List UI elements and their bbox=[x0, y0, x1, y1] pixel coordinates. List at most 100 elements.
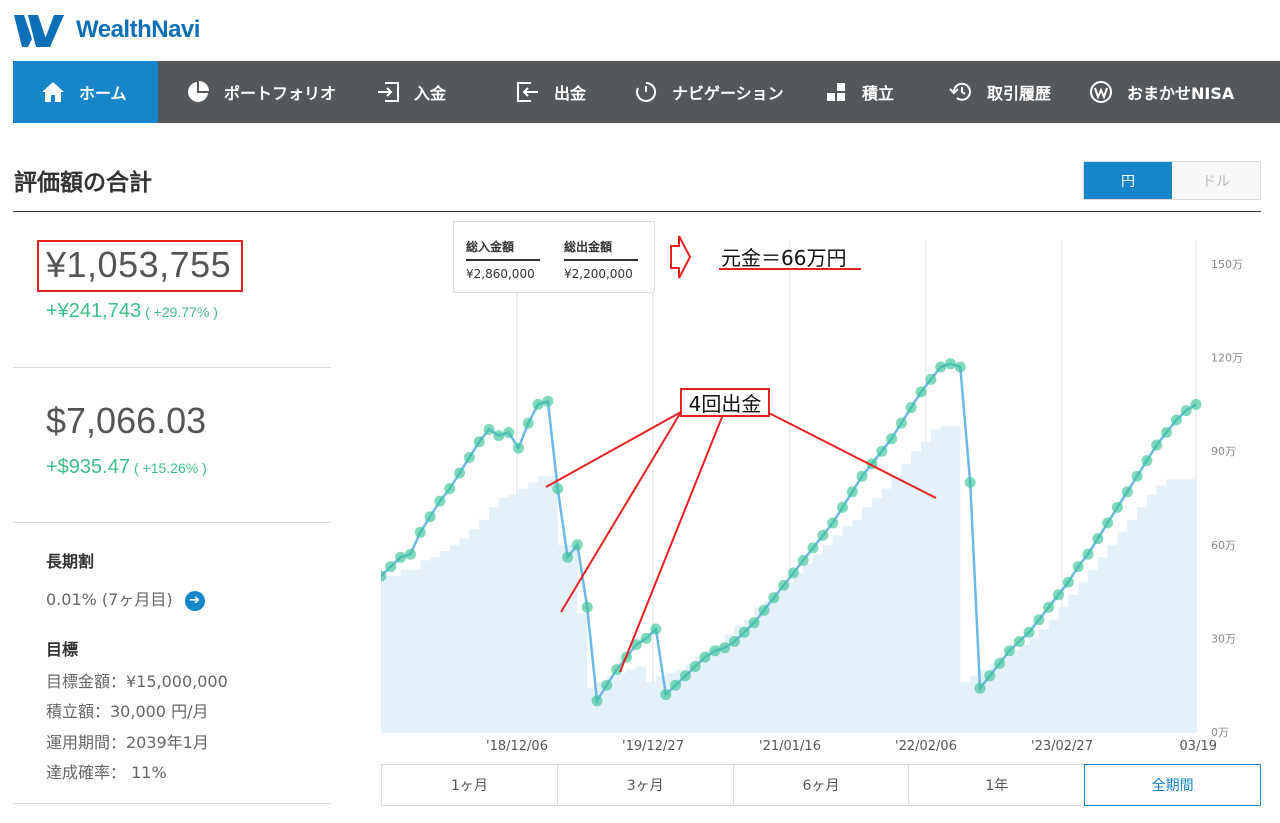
data-point bbox=[817, 529, 829, 541]
nav-item-1[interactable]: ポートフォリオ bbox=[158, 61, 348, 123]
data-point bbox=[1043, 601, 1055, 613]
nav-item-5[interactable]: 積立 bbox=[796, 61, 921, 123]
annotation-leader-line bbox=[619, 411, 725, 673]
data-point bbox=[1170, 414, 1182, 426]
long-term-rate: 0.01% (7ヶ月目) bbox=[46, 590, 173, 609]
data-point bbox=[581, 601, 593, 613]
y-tick-label: 60万 bbox=[1211, 539, 1236, 552]
x-tick-label: '18/12/06 bbox=[486, 739, 548, 754]
data-point bbox=[984, 670, 996, 682]
data-point bbox=[787, 567, 799, 579]
data-point bbox=[797, 554, 809, 566]
data-point bbox=[886, 433, 898, 445]
data-point bbox=[905, 402, 917, 413]
data-point bbox=[1013, 636, 1025, 647]
data-point bbox=[748, 617, 760, 629]
x-tick-label: 03/19 bbox=[1180, 739, 1217, 754]
currency-usd-button[interactable]: ドル bbox=[1172, 162, 1260, 199]
home-icon bbox=[41, 80, 65, 104]
navigation-icon bbox=[634, 80, 658, 104]
principal-underline bbox=[719, 268, 861, 270]
data-point bbox=[994, 657, 1006, 669]
legend-withdraw-label: 総出金額 bbox=[564, 238, 638, 261]
usd-total-value: $7,066.03 bbox=[46, 400, 207, 441]
annotation-leader-line bbox=[545, 411, 682, 488]
jpy-total-value: ¥1,053,755 bbox=[46, 244, 232, 285]
data-point bbox=[758, 604, 770, 616]
nav-item-2[interactable]: 入金 bbox=[348, 61, 488, 123]
data-point bbox=[1033, 614, 1045, 626]
data-point bbox=[660, 689, 672, 701]
nav-item-0[interactable]: ホーム bbox=[13, 61, 158, 123]
data-point bbox=[601, 679, 613, 691]
panel-divider bbox=[13, 803, 331, 804]
data-point bbox=[405, 548, 416, 560]
legend-withdraw-value: ¥2,200,000 bbox=[564, 267, 633, 281]
data-point bbox=[1023, 626, 1035, 638]
period-tab-0[interactable]: 1ヶ月 bbox=[381, 764, 557, 806]
data-point bbox=[1102, 517, 1114, 529]
panel-divider bbox=[13, 522, 331, 523]
data-point bbox=[807, 542, 819, 554]
jpy-gain-percent: ( +29.77% ) bbox=[145, 304, 218, 320]
legend-deposit-label: 総入金額 bbox=[466, 238, 540, 261]
y-tick-label: 120万 bbox=[1211, 352, 1243, 365]
annotation-leader-line bbox=[766, 411, 937, 499]
data-point bbox=[935, 361, 947, 373]
data-point bbox=[532, 398, 544, 410]
x-tick-label: '21/01/16 bbox=[759, 739, 821, 754]
data-point bbox=[778, 579, 790, 591]
data-point bbox=[434, 495, 446, 507]
data-point bbox=[503, 427, 515, 438]
nav-item-label: ホーム bbox=[79, 84, 127, 103]
goal-monthly: 積立額：30,000 円/月 bbox=[46, 702, 209, 721]
data-point bbox=[1190, 398, 1202, 410]
x-tick-label: '23/02/27 bbox=[1031, 739, 1093, 754]
data-point bbox=[454, 467, 466, 479]
deposit-icon bbox=[376, 80, 400, 104]
nav-item-label: ナビゲーション bbox=[672, 84, 784, 103]
data-point bbox=[483, 423, 495, 435]
usd-gain-amount: +$935.47 bbox=[46, 456, 130, 478]
period-tab-1[interactable]: 3ヶ月 bbox=[556, 764, 733, 806]
period-tab-2[interactable]: 6ヶ月 bbox=[732, 764, 909, 806]
data-point bbox=[768, 592, 780, 604]
data-point bbox=[424, 511, 436, 523]
y-tick-label: 0万 bbox=[1211, 726, 1229, 739]
y-tick-label: 90万 bbox=[1211, 445, 1236, 458]
nav-item-3[interactable]: 出金 bbox=[488, 61, 606, 123]
currency-jpy-button[interactable]: 円 bbox=[1084, 162, 1172, 199]
period-tab-3[interactable]: 1年 bbox=[908, 764, 1085, 806]
arrow-right-icon[interactable]: ➔ bbox=[184, 590, 205, 611]
goal-probability: 達成確率： 11% bbox=[46, 763, 167, 782]
data-point bbox=[562, 551, 574, 563]
y-tick-label: 30万 bbox=[1211, 632, 1236, 645]
nav-item-7[interactable]: おまかせNISA bbox=[1061, 61, 1235, 123]
data-point bbox=[522, 417, 534, 429]
nav-item-label: おまかせNISA bbox=[1127, 84, 1235, 103]
goal-target-amount: 目標金額：¥15,000,000 bbox=[46, 672, 228, 691]
data-point bbox=[414, 526, 426, 538]
data-point bbox=[729, 636, 740, 647]
currency-toggle: 円 ドル bbox=[1083, 161, 1261, 200]
data-point bbox=[463, 451, 475, 463]
data-point bbox=[964, 476, 976, 488]
period-tab-4[interactable]: 全期間 bbox=[1084, 764, 1261, 806]
nav-item-6[interactable]: 取引履歴 bbox=[921, 61, 1061, 123]
data-point bbox=[1121, 486, 1133, 498]
x-tick-label: '19/12/27 bbox=[622, 739, 684, 754]
data-point bbox=[650, 623, 662, 635]
data-point bbox=[1053, 589, 1064, 601]
data-point bbox=[856, 470, 868, 482]
nav-item-4[interactable]: ナビゲーション bbox=[606, 61, 796, 123]
data-point bbox=[1072, 561, 1084, 573]
data-point bbox=[719, 642, 731, 654]
nav-item-label: 取引履歴 bbox=[987, 84, 1052, 103]
annotation-leader-line bbox=[560, 411, 682, 613]
legend-deposit-value: ¥2,860,000 bbox=[466, 267, 535, 281]
legend-withdraw: 総出金額 ¥2,200,000 bbox=[564, 238, 638, 292]
data-point bbox=[1082, 548, 1094, 560]
withdrawal-annotation: 4回出金 bbox=[680, 388, 770, 417]
brand-logo[interactable]: WealthNavi bbox=[14, 12, 200, 48]
data-point bbox=[1111, 501, 1123, 513]
